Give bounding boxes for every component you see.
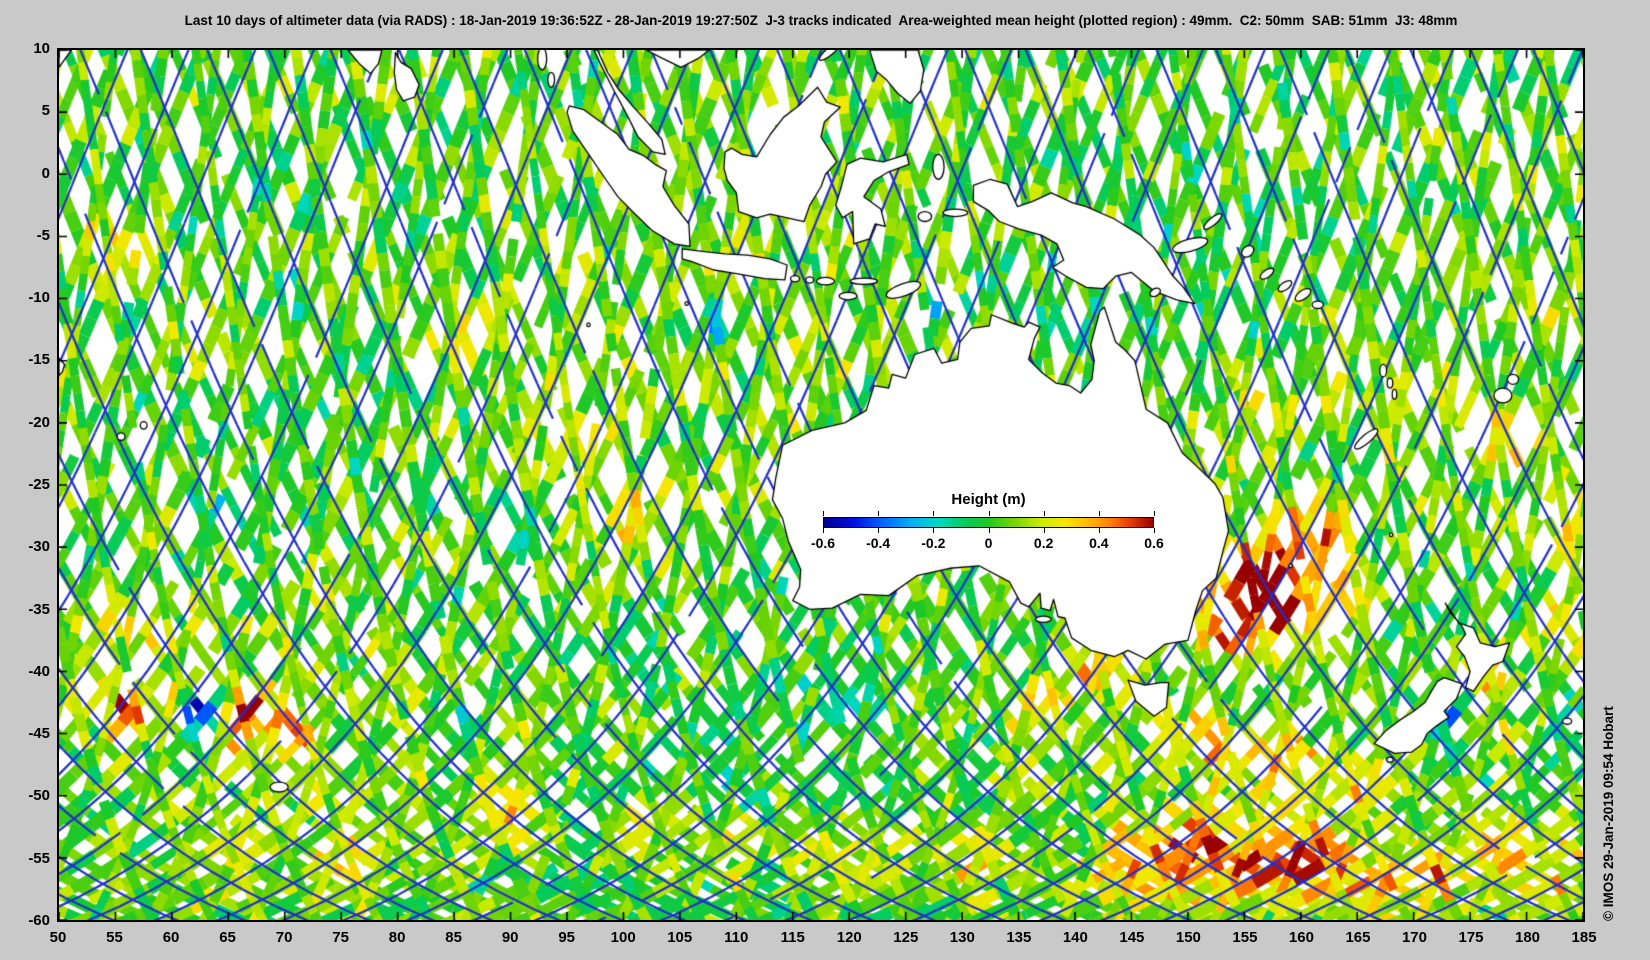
x-tick-label: 100 xyxy=(610,929,636,946)
figure-title: Last 10 days of altimeter data (via RADS… xyxy=(184,13,1458,28)
colorbar-tick xyxy=(1154,528,1155,533)
x-tick-label: 180 xyxy=(1515,929,1541,946)
y-tick-label: -60 xyxy=(28,912,50,930)
colorbar-tick-label: -0.2 xyxy=(921,535,946,551)
x-tick-label: 65 xyxy=(219,929,236,946)
y-tick-label: -55 xyxy=(28,849,50,867)
x-tick-label: 70 xyxy=(275,929,293,946)
colorbar-tick xyxy=(1154,511,1155,516)
x-tick-label: 160 xyxy=(1288,929,1314,946)
y-tick-label: 10 xyxy=(33,40,50,57)
x-tick-label: 170 xyxy=(1401,929,1427,946)
colorbar-tick-label: 0.6 xyxy=(1144,535,1164,551)
colorbar-tick xyxy=(988,511,990,516)
colorbar-tick-label: 0 xyxy=(984,535,993,551)
x-tick-label: 110 xyxy=(724,929,749,946)
map-plot-area: Height (m) -0.6 -0.4 -0.2 0 0.2 0.4 0.6 xyxy=(57,48,1585,922)
colorbar-tick-label: 0.2 xyxy=(1033,535,1054,551)
x-tick-label: 95 xyxy=(558,929,576,946)
y-tick-label: -5 xyxy=(36,226,50,244)
x-tick-label: 85 xyxy=(445,929,462,946)
x-tick-label: 75 xyxy=(332,929,349,946)
x-tick-label: 125 xyxy=(893,929,919,946)
y-tick-label: -20 xyxy=(28,413,50,431)
y-tick-label: 0 xyxy=(41,164,50,182)
colorbar-tick xyxy=(1043,511,1045,516)
y-tick-label: 5 xyxy=(41,102,50,120)
x-tick-label: 185 xyxy=(1571,929,1597,946)
x-tick-label: 90 xyxy=(501,929,519,946)
y-tick-label: -10 xyxy=(28,289,50,307)
x-tick-label: 105 xyxy=(667,929,693,946)
y-tick-label: -25 xyxy=(28,476,50,494)
copyright-stamp: © IMOS 29-Jan-2019 09:54 Hobart xyxy=(1601,706,1616,921)
x-tick-label: 135 xyxy=(1006,929,1032,946)
x-tick-label: 165 xyxy=(1345,929,1371,946)
x-tick-label: 130 xyxy=(949,929,975,946)
x-tick-label: 175 xyxy=(1458,929,1484,946)
colorbar-tick xyxy=(878,511,880,516)
altimeter-tracks-canvas xyxy=(59,50,1583,920)
colorbar-tick-label: 0.4 xyxy=(1089,535,1109,551)
altimeter-map-figure: Last 10 days of altimeter data (via RADS… xyxy=(0,0,1650,960)
y-tick-label: -45 xyxy=(28,725,50,743)
x-tick-label: 150 xyxy=(1175,929,1201,946)
colorbar-tick xyxy=(823,528,824,533)
colorbar-tick xyxy=(878,528,880,533)
colorbar-tick xyxy=(1098,528,1100,533)
y-tick-label: -40 xyxy=(28,662,50,680)
y-tick-label: -50 xyxy=(28,787,50,805)
x-tick-label: 140 xyxy=(1062,929,1088,946)
colorbar-tick xyxy=(1043,528,1045,533)
colorbar-gradient xyxy=(823,517,1154,528)
x-tick-label: 115 xyxy=(780,929,805,946)
x-tick-label: 60 xyxy=(162,929,180,946)
x-tick-label: 50 xyxy=(49,929,67,946)
colorbar-tick-label: -0.6 xyxy=(810,535,836,551)
colorbar-tick-label: -0.4 xyxy=(866,535,891,551)
x-tick-label: 80 xyxy=(388,929,406,946)
y-tick-label: -15 xyxy=(28,351,50,369)
x-tick-label: 55 xyxy=(106,929,123,946)
colorbar-tick xyxy=(933,511,935,516)
colorbar-tick xyxy=(823,511,824,516)
y-tick-label: -35 xyxy=(28,600,50,618)
colorbar-tick xyxy=(1098,511,1100,516)
colorbar-tick xyxy=(933,528,935,533)
x-tick-label: 155 xyxy=(1232,929,1258,946)
x-tick-label: 145 xyxy=(1119,929,1145,946)
y-tick-label: -30 xyxy=(28,538,50,556)
x-tick-label: 120 xyxy=(836,929,862,946)
colorbar-title: Height (m) xyxy=(951,491,1026,508)
colorbar-tick xyxy=(988,528,990,533)
